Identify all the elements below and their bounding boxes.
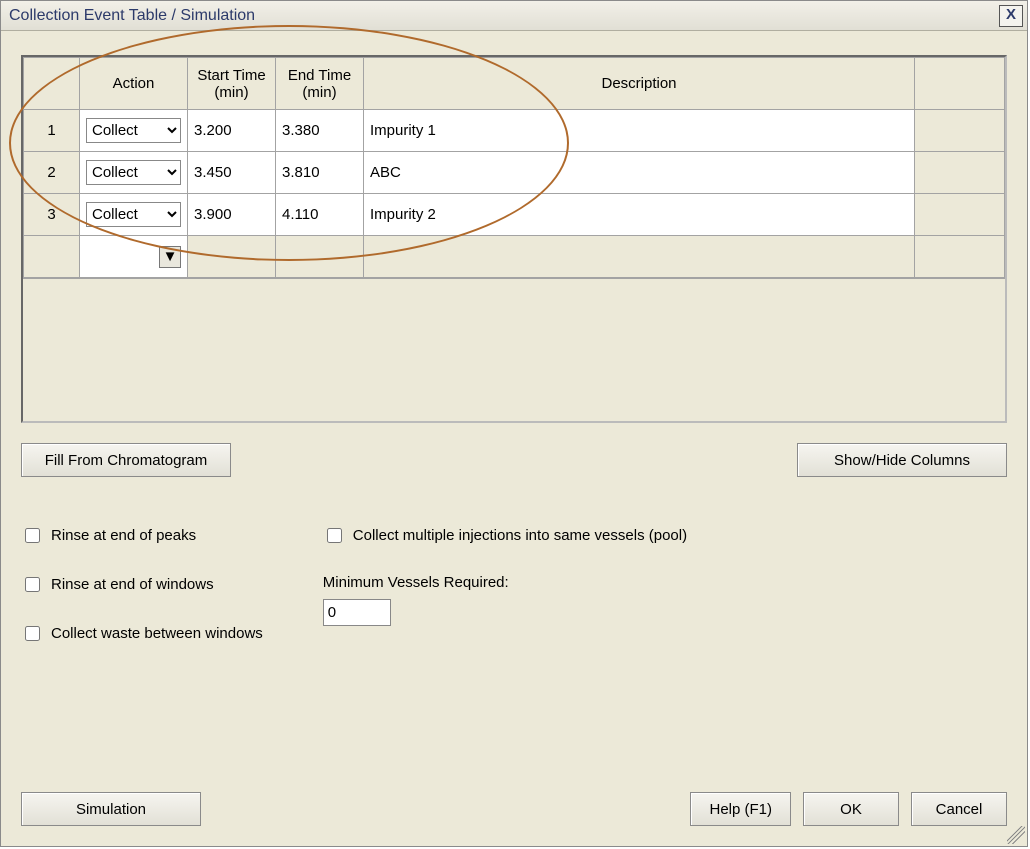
rinse-peaks-checkbox[interactable] (25, 528, 40, 543)
table-row[interactable]: 2Collect 3.4503.810ABC (24, 152, 1005, 194)
description-cell[interactable]: Impurity 2 (364, 194, 915, 236)
row-tail (915, 236, 1005, 278)
row-number: 3 (24, 194, 80, 236)
action-cell[interactable]: Collect (80, 194, 188, 236)
close-button[interactable]: X (999, 5, 1023, 27)
content-area: Action Start Time (min) End Time (min) D… (1, 31, 1027, 846)
start-time-cell[interactable]: 3.450 (188, 152, 276, 194)
simulation-button[interactable]: Simulation (21, 792, 201, 826)
min-vessels-label: Minimum Vessels Required: (323, 574, 687, 591)
help-button[interactable]: Help (F1) (690, 792, 791, 826)
event-grid: Action Start Time (min) End Time (min) D… (23, 57, 1005, 278)
header-action[interactable]: Action (80, 58, 188, 110)
rinse-windows-checkbox[interactable] (25, 577, 40, 592)
chevron-down-icon: ▼ (163, 248, 178, 265)
collect-waste-checkbox[interactable] (25, 626, 40, 641)
footer-right-group: Help (F1) OK Cancel (690, 792, 1007, 826)
table-buttons-row: Fill From Chromatogram Show/Hide Columns (21, 443, 1007, 477)
header-description[interactable]: Description (364, 58, 915, 110)
row-number: 1 (24, 110, 80, 152)
description-cell (364, 236, 915, 278)
collect-waste-checkbox-row[interactable]: Collect waste between windows (21, 623, 263, 644)
ok-button[interactable]: OK (803, 792, 899, 826)
header-start[interactable]: Start Time (min) (188, 58, 276, 110)
action-cell[interactable]: Collect (80, 110, 188, 152)
fill-from-chromatogram-button[interactable]: Fill From Chromatogram (21, 443, 231, 477)
header-blank (24, 58, 80, 110)
min-vessels-input[interactable] (323, 599, 391, 626)
table-row[interactable]: 3Collect 3.9004.110Impurity 2 (24, 194, 1005, 236)
dialog-window: Collection Event Table / Simulation X Ac… (0, 0, 1028, 847)
table-row-empty[interactable]: ▼ (24, 236, 1005, 278)
collect-pool-checkbox[interactable] (327, 528, 342, 543)
event-table: Action Start Time (min) End Time (min) D… (21, 55, 1007, 423)
window-title: Collection Event Table / Simulation (9, 7, 255, 25)
close-icon: X (1006, 6, 1016, 23)
start-time-cell[interactable]: 3.200 (188, 110, 276, 152)
start-time-cell (188, 236, 276, 278)
collect-waste-label: Collect waste between windows (51, 625, 263, 642)
dropdown-button[interactable]: ▼ (159, 246, 181, 268)
resize-grip[interactable] (1007, 826, 1025, 844)
min-vessels-field: Minimum Vessels Required: (323, 574, 687, 626)
description-cell[interactable]: ABC (364, 152, 915, 194)
footer-buttons: Simulation Help (F1) OK Cancel (21, 792, 1007, 826)
rinse-peaks-checkbox-row[interactable]: Rinse at end of peaks (21, 525, 263, 546)
show-hide-columns-button[interactable]: Show/Hide Columns (797, 443, 1007, 477)
rinse-peaks-label: Rinse at end of peaks (51, 527, 196, 544)
row-tail (915, 194, 1005, 236)
titlebar: Collection Event Table / Simulation X (1, 1, 1027, 31)
action-cell[interactable]: Collect (80, 152, 188, 194)
end-time-cell (276, 236, 364, 278)
action-cell[interactable]: ▼ (80, 236, 188, 278)
row-number: 2 (24, 152, 80, 194)
header-end[interactable]: End Time (min) (276, 58, 364, 110)
action-select[interactable]: Collect (86, 118, 181, 143)
table-body: 1Collect3.2003.380Impurity 12Collect3.45… (24, 110, 1005, 278)
end-time-cell[interactable]: 3.810 (276, 152, 364, 194)
action-select[interactable]: Collect (86, 160, 181, 185)
header-tail (915, 58, 1005, 110)
start-time-cell[interactable]: 3.900 (188, 194, 276, 236)
options-area: Rinse at end of peaks Rinse at end of wi… (21, 525, 1007, 644)
table-row[interactable]: 1Collect 3.2003.380Impurity 1 (24, 110, 1005, 152)
row-tail (915, 110, 1005, 152)
options-right-column: Collect multiple injections into same ve… (323, 525, 687, 644)
cancel-button[interactable]: Cancel (911, 792, 1007, 826)
row-number (24, 236, 80, 278)
end-time-cell[interactable]: 4.110 (276, 194, 364, 236)
row-tail (915, 152, 1005, 194)
end-time-cell[interactable]: 3.380 (276, 110, 364, 152)
description-cell[interactable]: Impurity 1 (364, 110, 915, 152)
action-select[interactable]: Collect (86, 202, 181, 227)
header-row: Action Start Time (min) End Time (min) D… (24, 58, 1005, 110)
options-left-column: Rinse at end of peaks Rinse at end of wi… (21, 525, 263, 644)
rinse-windows-label: Rinse at end of windows (51, 576, 214, 593)
collect-pool-label: Collect multiple injections into same ve… (353, 527, 687, 544)
table-filler (23, 278, 1005, 421)
collect-pool-checkbox-row[interactable]: Collect multiple injections into same ve… (323, 525, 687, 546)
rinse-windows-checkbox-row[interactable]: Rinse at end of windows (21, 574, 263, 595)
